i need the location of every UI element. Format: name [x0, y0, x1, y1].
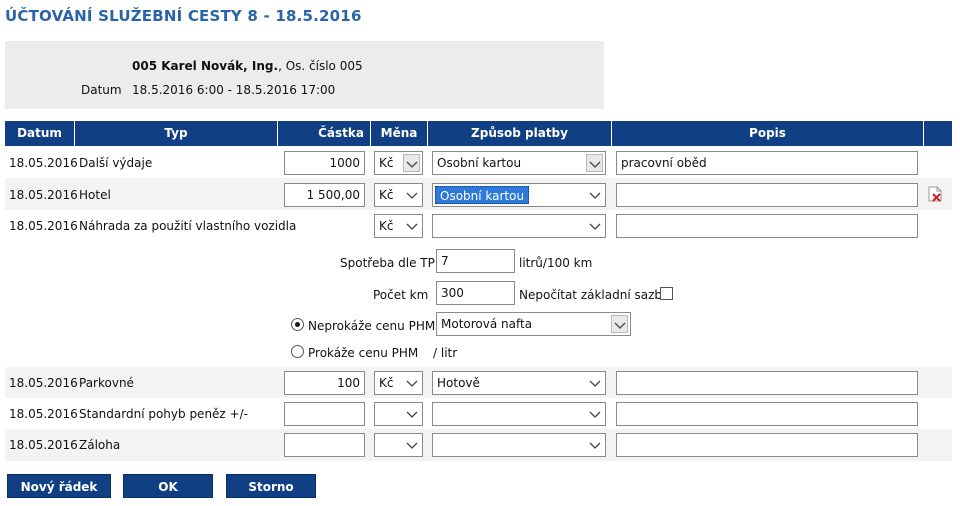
- amount-input[interactable]: [284, 402, 365, 426]
- chevron-down-icon: [405, 219, 419, 233]
- consumption-input[interactable]: 7: [436, 249, 515, 273]
- currency-select[interactable]: [374, 402, 423, 426]
- chevron-down-icon: [611, 315, 628, 333]
- chevron-down-icon: [586, 154, 603, 172]
- chevron-down-icon: [405, 407, 419, 421]
- table-row: 18.05.2016 Standardní pohyb peněz +/-: [5, 398, 952, 429]
- currency-select[interactable]: Kč: [374, 371, 423, 395]
- row-date: 18.05.2016: [9, 376, 78, 390]
- chevron-down-icon: [588, 376, 602, 390]
- description-input[interactable]: [616, 183, 918, 207]
- header-type: Typ: [75, 121, 278, 146]
- date-label: Datum: [81, 83, 122, 97]
- consumption-unit: litrů/100 km: [519, 256, 593, 270]
- table-row: 18.05.2016 Záloha: [5, 429, 952, 461]
- cancel-button[interactable]: Storno: [226, 474, 316, 498]
- row-date: 18.05.2016: [9, 219, 78, 233]
- delete-row-icon[interactable]: [928, 186, 942, 202]
- row-type: Záloha: [79, 438, 121, 452]
- row-type: Standardní pohyb peněz +/-: [79, 407, 248, 421]
- table-row: 18.05.2016 Hotel 1 500,00 Kč Osobní kart…: [5, 178, 952, 210]
- row-date: 18.05.2016: [9, 438, 78, 452]
- chevron-down-icon: [588, 219, 602, 233]
- amount-input[interactable]: 1 500,00: [284, 183, 365, 207]
- header-date: Datum: [5, 121, 75, 146]
- amount-input[interactable]: 1000: [284, 151, 365, 175]
- km-label: Počet km: [373, 288, 429, 302]
- payment-select[interactable]: [432, 433, 606, 457]
- currency-select[interactable]: Kč: [374, 151, 423, 175]
- description-input[interactable]: pracovní oběd: [616, 151, 918, 175]
- row-type: Hotel: [79, 188, 111, 202]
- radio-proven-label: Prokáže cenu PHM: [308, 346, 419, 360]
- km-input[interactable]: 300: [436, 281, 515, 305]
- table-row: 18.05.2016 Parkovné 100 Kč Hotově: [5, 367, 952, 398]
- row-date: 18.05.2016: [9, 407, 78, 421]
- fuel-select[interactable]: Motorová nafta: [436, 312, 631, 336]
- chevron-down-icon: [588, 438, 602, 452]
- table-header: Datum Typ Částka Měna Způsob platby Popi…: [5, 121, 952, 146]
- payment-select[interactable]: Osobní kartou: [432, 183, 606, 207]
- currency-select[interactable]: Kč: [374, 183, 423, 207]
- chevron-down-icon: [588, 188, 602, 202]
- employee-info-panel: 005 Karel Novák, Ing., Os. číslo 005 Dat…: [5, 41, 604, 109]
- payment-select[interactable]: Hotově: [432, 371, 606, 395]
- payment-select[interactable]: [432, 402, 606, 426]
- header-amount: Částka: [278, 121, 371, 146]
- row-type: Parkovné: [79, 376, 134, 390]
- currency-select[interactable]: Kč: [374, 214, 423, 238]
- per-litre-label: / litr: [433, 346, 458, 360]
- chevron-down-icon: [405, 376, 419, 390]
- description-input[interactable]: [616, 433, 918, 457]
- chevron-down-icon: [405, 188, 419, 202]
- chevron-down-icon: [588, 407, 602, 421]
- header-currency: Měna: [371, 121, 428, 146]
- table-row: 18.05.2016 Další výdaje 1000 Kč Osobní k…: [5, 147, 952, 178]
- employee-name: 005 Karel Novák, Ing.: [132, 59, 279, 73]
- currency-select[interactable]: [374, 433, 423, 457]
- no-base-rate-checkbox[interactable]: [660, 287, 673, 300]
- amount-input[interactable]: [284, 433, 365, 457]
- chevron-down-icon: [403, 154, 420, 172]
- employee-number: , Os. číslo 005: [278, 59, 363, 73]
- description-input[interactable]: [616, 402, 918, 426]
- amount-input[interactable]: 100: [284, 371, 365, 395]
- page-title: ÚČTOVÁNÍ SLUŽEBNÍ CESTY 8 - 18.5.2016: [5, 7, 362, 25]
- row-date: 18.05.2016: [9, 156, 78, 170]
- chevron-down-icon: [405, 438, 419, 452]
- header-payment: Způsob platby: [428, 121, 612, 146]
- description-input[interactable]: [616, 371, 918, 395]
- row-type: Další výdaje: [79, 156, 153, 170]
- payment-select[interactable]: Osobní kartou: [432, 151, 606, 175]
- ok-button[interactable]: OK: [123, 474, 213, 498]
- radio-not-proven[interactable]: [291, 318, 304, 331]
- no-base-rate-label: Nepočítat základní sazbu: [519, 288, 670, 302]
- header-description: Popis: [612, 121, 924, 146]
- radio-not-proven-label: Neprokáže cenu PHM: [308, 319, 436, 333]
- row-type: Náhrada za použití vlastního vozidla: [79, 219, 297, 233]
- radio-proven[interactable]: [291, 345, 304, 358]
- description-input[interactable]: [616, 214, 918, 238]
- new-row-button[interactable]: Nový řádek: [7, 474, 111, 498]
- date-range: 18.5.2016 6:00 - 18.5.2016 17:00: [132, 83, 336, 97]
- consumption-label: Spotřeba dle TP: [340, 256, 435, 270]
- row-date: 18.05.2016: [9, 188, 78, 202]
- table-row: 18.05.2016 Náhrada za použití vlastního …: [5, 210, 952, 367]
- payment-select[interactable]: [432, 214, 606, 238]
